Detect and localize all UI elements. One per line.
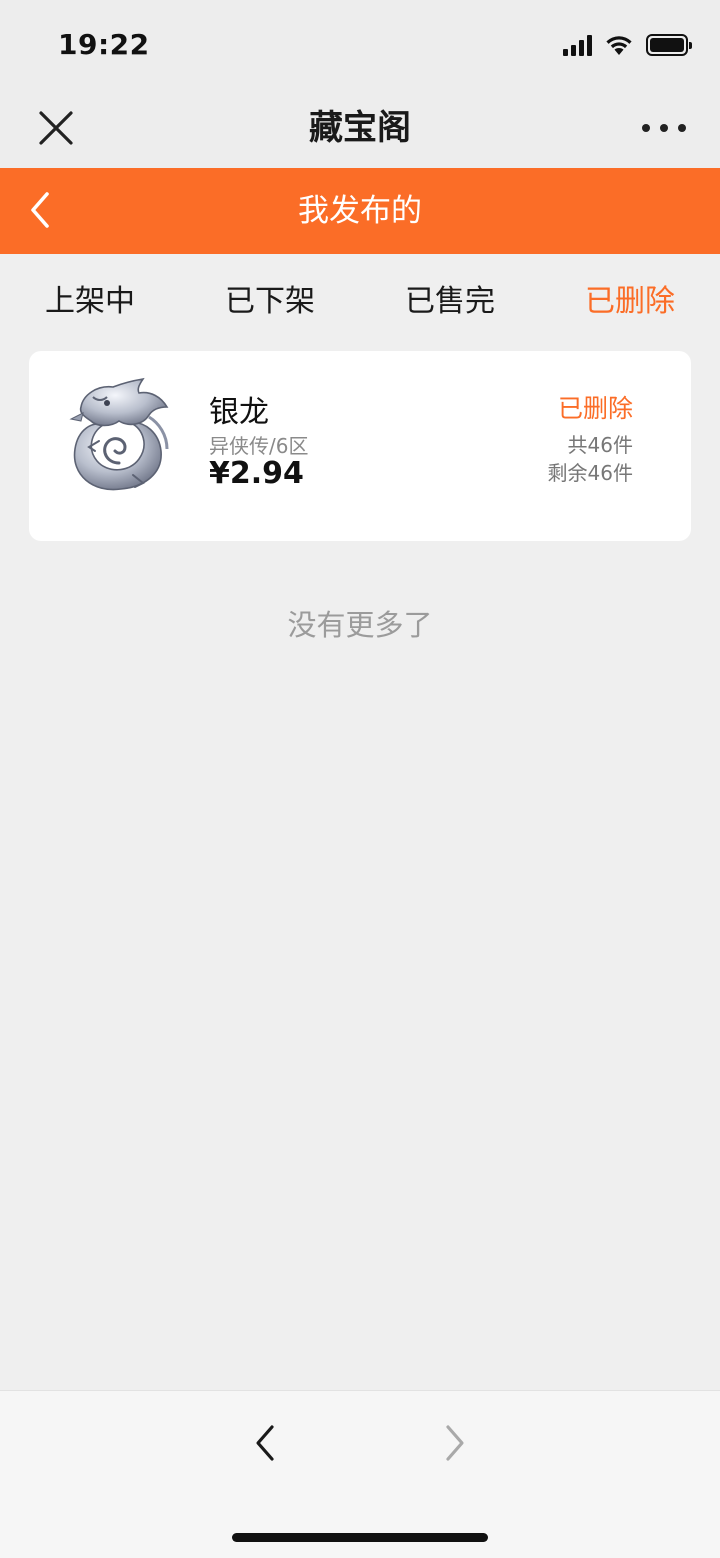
item-price: ¥2.94 [209, 456, 304, 491]
mini-program-nav: 藏宝阁 [0, 88, 720, 168]
item-server: 异侠传/6区 [209, 434, 309, 458]
item-name: 银龙 [209, 395, 269, 430]
list-end-text: 没有更多了 [287, 608, 433, 642]
page-title: 我发布的 [298, 193, 422, 229]
silver-dragon-icon [69, 377, 169, 491]
page-header: 我发布的 [0, 168, 720, 254]
tab-delisted[interactable]: 已下架 [180, 254, 360, 350]
back-icon[interactable] [20, 188, 64, 232]
bottom-nav-bar [0, 1390, 720, 1558]
item-card[interactable]: 银龙 异侠传/6区 ¥2.94 已删除 共46件 剩余46件 [29, 351, 691, 541]
item-status-badge: 已删除 [557, 394, 633, 423]
tab-deleted[interactable]: 已删除 [540, 254, 720, 350]
mini-program-title: 藏宝阁 [309, 108, 411, 148]
tab-sold-out[interactable]: 已售完 [360, 254, 540, 350]
home-indicator [232, 1533, 488, 1542]
close-icon[interactable] [34, 106, 78, 150]
cellular-signal-icon [563, 34, 592, 56]
status-icons [563, 30, 692, 60]
tab-listed[interactable]: 上架中 [0, 254, 180, 350]
item-remaining-count: 剩余46件 [547, 461, 633, 485]
more-options-icon[interactable] [642, 112, 686, 144]
nav-back-icon[interactable] [244, 1421, 288, 1465]
status-tabs: 上架中 已下架 已售完 已删除 [0, 254, 720, 350]
nav-forward-icon[interactable] [432, 1421, 476, 1465]
status-bar: 19:22 [0, 0, 720, 88]
screen: 19:22 藏宝阁 我发布的 上架中 已下架 已售完 已删除 银龙 异侠传/6区… [0, 0, 720, 1558]
wifi-icon [606, 36, 632, 55]
status-time: 19:22 [58, 28, 150, 61]
item-total-count: 共46件 [567, 433, 633, 457]
battery-icon [646, 34, 692, 56]
